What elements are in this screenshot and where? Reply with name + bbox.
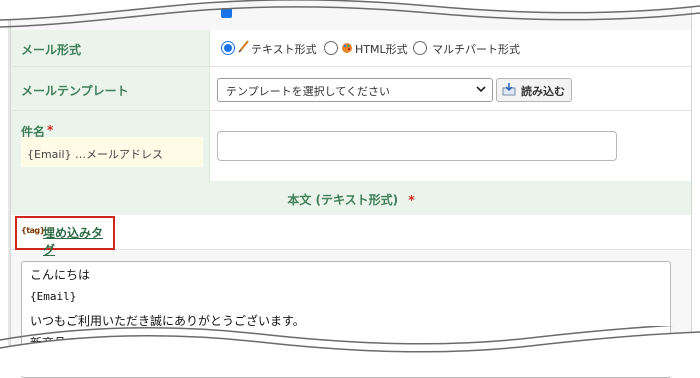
subject-row: 件名 * {Email} …メールアドレス	[11, 111, 691, 182]
palette-icon	[341, 39, 353, 58]
mail-template-controls: テンプレートを選択してください 読み込む	[210, 67, 691, 110]
subject-label-cell: 件名 * {Email} …メールアドレス	[11, 111, 210, 181]
body-line-4: 新商品のご紹介です。	[30, 336, 149, 350]
checkbox-partial[interactable]	[221, 8, 232, 18]
radio-text-format[interactable]	[221, 41, 235, 55]
option-html-format-label[interactable]: HTML形式	[355, 41, 408, 57]
mail-format-label-cell: メール形式	[11, 30, 210, 66]
embed-tag-highlight: {tag} 埋め込みタグ	[15, 216, 115, 257]
embed-tag-row: {tag} 埋め込みタグ	[11, 215, 691, 257]
mail-template-label: メールテンプレート	[21, 84, 129, 98]
radio-multipart-format[interactable]	[413, 41, 427, 55]
form-frame: メール形式 テキスト形式 HTML形式 マルチパート形式 メールテンプレート テ…	[8, 0, 692, 378]
body-line-1: こんにちは	[30, 268, 91, 282]
subject-hint: {Email} …メールアドレス	[27, 148, 164, 161]
subject-value-cell	[210, 111, 691, 181]
body-required-mark: *	[408, 193, 415, 207]
subject-input[interactable]	[217, 131, 617, 161]
pencil-icon	[238, 38, 250, 57]
radio-html-format[interactable]	[324, 41, 338, 55]
import-icon	[502, 82, 516, 99]
body-section-title: 本文 (テキスト形式)	[287, 193, 399, 207]
mail-format-label: メール形式	[21, 43, 82, 57]
body-line-2: {Email}	[30, 290, 77, 303]
option-text-format-label[interactable]: テキスト形式	[251, 41, 317, 57]
body-section-title-group: 本文 (テキスト形式) *	[11, 191, 691, 208]
subject-required-mark: *	[47, 123, 54, 137]
mail-template-row: メールテンプレート テンプレートを選択してください 読み込む	[11, 67, 691, 111]
template-select-value: テンプレートを選択してください	[226, 85, 391, 98]
option-multipart-format-label[interactable]: マルチパート形式	[432, 41, 520, 57]
body-line-3: いつもご利用いただき誠にありがとうございます。	[30, 314, 305, 328]
mail-format-options: テキスト形式 HTML形式 マルチパート形式	[210, 30, 691, 66]
load-template-button[interactable]: 読み込む	[496, 78, 572, 102]
mail-template-label-cell: メールテンプレート	[11, 67, 210, 110]
mail-format-row: メール形式 テキスト形式 HTML形式 マルチパート形式	[11, 30, 691, 67]
template-select[interactable]: テンプレートを選択してください	[217, 78, 493, 102]
body-section-header: 本文 (テキスト形式) *	[11, 181, 691, 216]
embed-tag-link[interactable]: 埋め込みタグ	[43, 224, 113, 258]
chevron-down-icon	[476, 84, 486, 97]
form-panel: メール形式 テキスト形式 HTML形式 マルチパート形式 メールテンプレート テ…	[10, 0, 692, 378]
body-textarea[interactable]: こんにちは {Email} いつもご利用いただき誠にありがとうございます。 新商…	[21, 261, 671, 378]
subject-hint-box: {Email} …メールアドレス	[21, 137, 203, 167]
tag-icon: {tag}	[21, 226, 45, 235]
load-template-button-label: 読み込む	[521, 85, 565, 98]
